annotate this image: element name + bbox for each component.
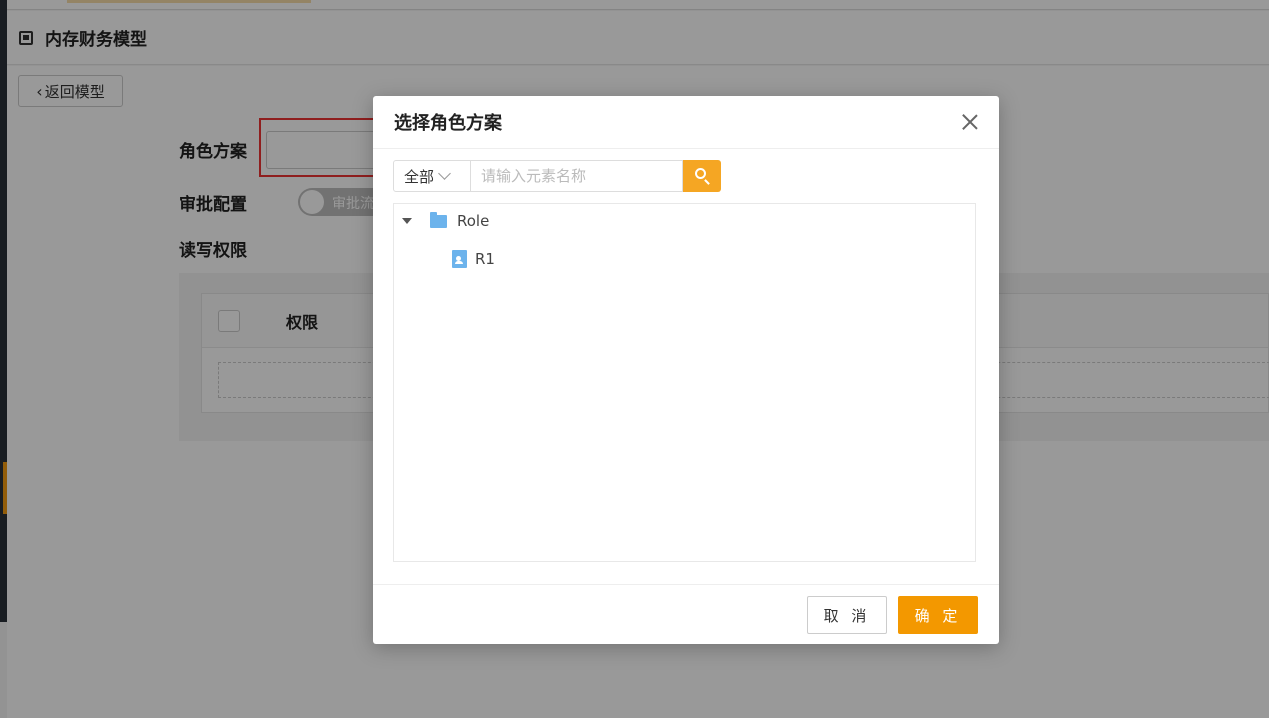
tree-node-label: Role [457,212,490,230]
close-icon[interactable] [961,113,979,131]
search-icon [695,168,706,179]
chevron-down-icon [438,167,451,180]
search-input[interactable] [471,160,683,192]
search-button[interactable] [683,160,721,192]
tree-node-label: R1 [475,250,495,268]
cancel-button[interactable]: 取 消 [807,596,887,634]
caret-down-icon[interactable] [402,218,412,224]
role-file-icon [452,250,467,268]
scope-select-value: 全部 [404,167,435,186]
role-tree: Role R1 [393,203,976,562]
modal-footer: 取 消 确 定 [373,584,999,644]
modal-header: 选择角色方案 [373,96,999,149]
tree-node-role[interactable]: Role [402,211,490,230]
folder-icon [430,211,447,228]
tree-node-r1[interactable]: R1 [452,250,495,268]
select-role-modal: 选择角色方案 全部 Role R1 取 消 确 定 [373,96,999,644]
scope-select[interactable]: 全部 [393,160,471,192]
modal-title: 选择角色方案 [394,113,502,134]
search-row: 全部 [393,160,721,192]
confirm-button[interactable]: 确 定 [898,596,978,634]
